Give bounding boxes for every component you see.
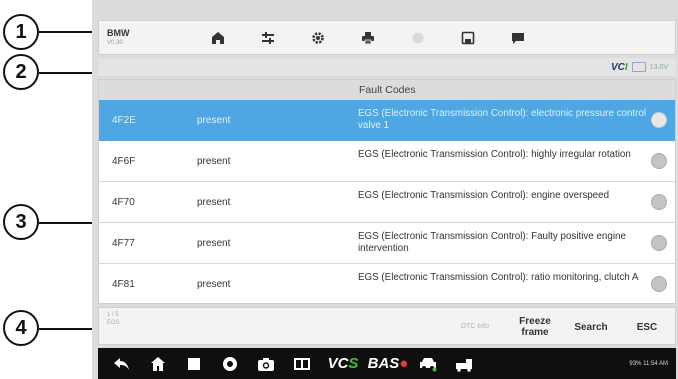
system-navbar: VCS BAS● 93% 11:54 AM (98, 348, 676, 379)
settings-icon[interactable] (293, 20, 343, 55)
vehicle-service-icon[interactable] (446, 348, 482, 379)
vehicle-make: BMW (107, 28, 130, 38)
fault-code: 4F70 (112, 197, 135, 208)
freeze-frame-button[interactable]: Freeze frame (511, 313, 559, 341)
table-row[interactable]: 4F6F present EGS (Electronic Transmissio… (99, 141, 675, 182)
row-select-radio[interactable] (651, 276, 667, 292)
table-header: Fault Codes (99, 80, 675, 100)
search-button[interactable]: Search (563, 313, 619, 341)
fault-description: EGS (Electronic Transmission Control): r… (358, 272, 639, 283)
row-select-radio[interactable] (651, 194, 667, 210)
table-row[interactable]: 4F77 present EGS (Electronic Transmissio… (99, 223, 675, 264)
battery-icon (631, 62, 646, 72)
vehicle-swap-icon[interactable] (243, 20, 293, 55)
back-icon[interactable] (104, 348, 140, 379)
esc-button[interactable]: ESC (623, 313, 671, 341)
screen-mirror-icon[interactable] (284, 348, 320, 379)
system-clock: 93% 11:54 AM (629, 360, 668, 367)
callout-2-leader (39, 72, 98, 74)
dtc-info-button[interactable]: DTC Info (443, 313, 507, 341)
fault-code: 4F77 (112, 238, 135, 249)
top-toolbar: BMW V0.30 (98, 20, 676, 55)
fault-description: EGS (Electronic Transmission Control): e… (358, 108, 647, 131)
callout-3: 3 (3, 204, 39, 240)
android-home-icon[interactable] (140, 348, 176, 379)
fault-status: present (197, 115, 231, 126)
callout-1-leader (39, 31, 98, 33)
vci-indicator: VCI (611, 61, 628, 73)
fault-description: EGS (Electronic Transmission Control): F… (358, 231, 626, 254)
fault-code: 4F81 (112, 279, 135, 290)
data-logging-icon[interactable] (493, 20, 543, 55)
fault-codes-panel: Fault Codes 4F2E present EGS (Electronic… (98, 79, 676, 304)
table-row[interactable]: 4F81 present EGS (Electronic Transmissio… (99, 264, 675, 303)
home-icon[interactable] (193, 20, 243, 55)
bas-app[interactable]: BAS● (366, 348, 410, 379)
camera-icon[interactable] (248, 348, 284, 379)
tablet-screen: BMW V0.30 VCI 13.0V Fault Codes 4F2E pre… (92, 0, 678, 379)
callout-2: 2 (3, 54, 39, 90)
fault-status: present (197, 197, 231, 208)
car-icon[interactable] (410, 348, 446, 379)
fault-codes-heading: Fault Codes (359, 84, 416, 96)
callout-4: 4 (3, 310, 39, 346)
status-bar: VCI 13.0V (98, 58, 676, 76)
fault-status: present (197, 156, 231, 167)
battery-voltage: 13.0V (649, 63, 668, 71)
callout-3-leader (39, 222, 98, 224)
fault-status: present (197, 279, 231, 290)
vehicle-version: V0.30 (107, 40, 123, 46)
table-row[interactable]: 4F2E present EGS (Electronic Transmissio… (99, 100, 675, 141)
page-info: 1 / 5 EGS (107, 312, 120, 326)
callout-4-leader (39, 328, 98, 330)
fault-description: EGS (Electronic Transmission Control): h… (358, 149, 631, 160)
fault-description: EGS (Electronic Transmission Control): e… (358, 190, 610, 201)
vehicle-info: BMW V0.30 (99, 28, 171, 47)
help-icon[interactable] (393, 20, 443, 55)
print-icon[interactable] (343, 20, 393, 55)
chrome-icon[interactable] (212, 348, 248, 379)
table-row[interactable]: 4F70 present EGS (Electronic Transmissio… (99, 182, 675, 223)
vcs-app[interactable]: VCS (320, 348, 366, 379)
row-select-radio[interactable] (651, 235, 667, 251)
fault-code: 4F2E (112, 115, 136, 126)
callout-1: 1 (3, 14, 39, 50)
row-select-radio[interactable] (651, 153, 667, 169)
function-bar: 1 / 5 EGS DTC Info Freeze frame Search E… (98, 307, 676, 345)
row-select-radio[interactable] (651, 112, 667, 128)
save-icon[interactable] (443, 20, 493, 55)
fault-status: present (197, 238, 231, 249)
fault-code: 4F6F (112, 156, 136, 167)
recent-apps-icon[interactable] (176, 348, 212, 379)
